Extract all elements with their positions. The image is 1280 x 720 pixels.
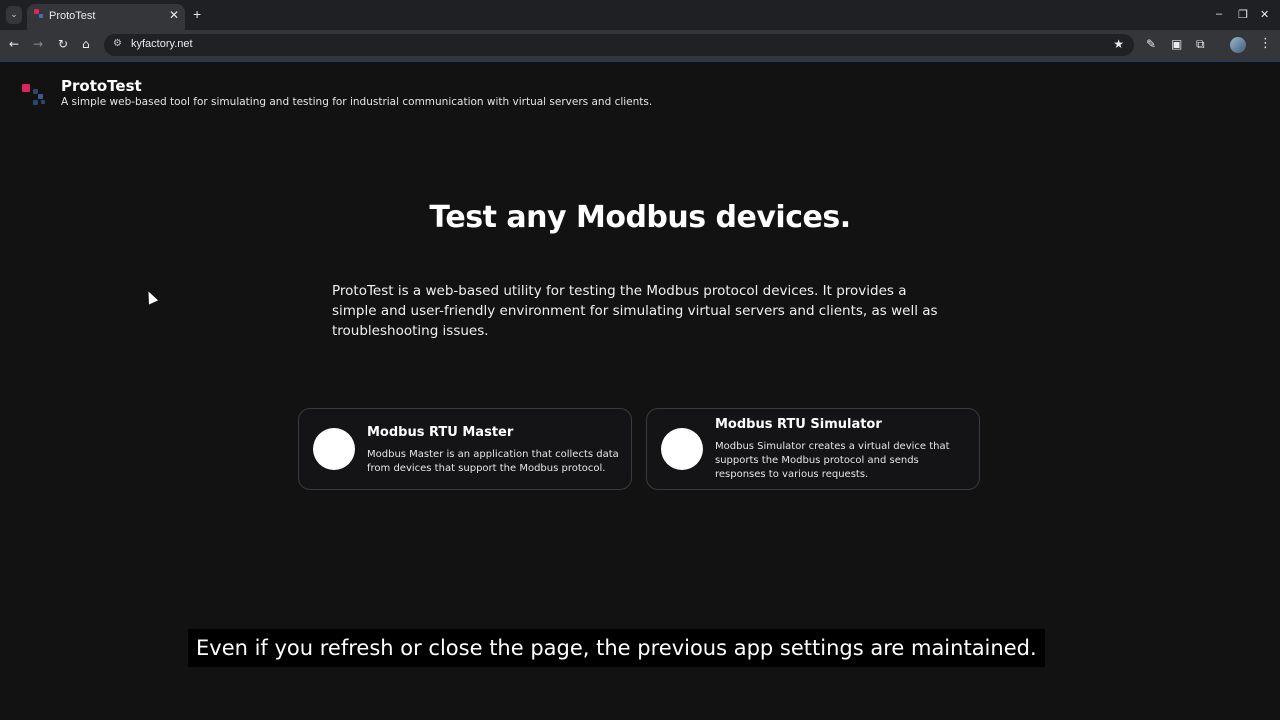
restore-button[interactable]: ❐ <box>1238 8 1248 21</box>
site-info-icon[interactable]: ⚙ <box>113 38 122 49</box>
card-modbus-rtu-master[interactable]: Modbus RTU Master Modbus Master is an ap… <box>298 408 632 490</box>
card-title: Modbus RTU Simulator <box>715 417 882 432</box>
card-circle-icon <box>661 428 703 470</box>
pen-icon[interactable]: ✎ <box>1146 37 1156 51</box>
bookmark-star-icon[interactable]: ★ <box>1113 37 1124 51</box>
card-title: Modbus RTU Master <box>367 425 514 440</box>
new-tab-button[interactable]: + <box>193 7 201 21</box>
reload-icon[interactable]: ↻ <box>58 37 68 51</box>
card-modbus-rtu-simulator[interactable]: Modbus RTU Simulator Modbus Simulator cr… <box>646 408 980 490</box>
address-bar[interactable]: ⚙ kyfactory.net ★ <box>104 34 1134 56</box>
hero-description: ProtoTest is a web-based utility for tes… <box>332 283 938 339</box>
extensions-puzzle-icon[interactable]: ⧉ <box>1196 37 1205 52</box>
home-icon[interactable]: ⌂ <box>82 37 90 51</box>
profile-avatar[interactable] <box>1230 37 1246 53</box>
forward-arrow-icon[interactable]: → <box>33 37 43 51</box>
card-text: Modbus Master is an application that col… <box>367 449 619 474</box>
mouse-cursor-icon <box>143 289 159 305</box>
toolbar-divider <box>0 60 1280 62</box>
app-title: ProtoTest <box>61 77 142 95</box>
hero-title: Test any Modbus devices. <box>429 200 851 235</box>
tab-title: ProtoTest <box>49 10 96 22</box>
url-text[interactable]: kyfactory.net <box>131 38 193 50</box>
tab-search-button[interactable]: ⌄ <box>6 6 22 24</box>
favicon-icon <box>34 9 43 18</box>
card-text: Modbus Simulator creates a virtual devic… <box>715 441 950 480</box>
video-caption: Even if you refresh or close the page, t… <box>188 629 1045 667</box>
briefcase-icon[interactable]: ▣ <box>1171 37 1182 51</box>
tab-close-icon[interactable]: ✕ <box>169 8 179 22</box>
menu-kebab-icon[interactable]: ⋮ <box>1259 36 1272 51</box>
close-window-button[interactable]: ✕ <box>1260 8 1269 21</box>
app-subtitle: A simple web-based tool for simulating a… <box>61 96 653 108</box>
minimize-button[interactable]: – <box>1216 8 1222 20</box>
browser-tab-prototest[interactable]: ProtoTest ✕ <box>27 4 185 30</box>
card-circle-icon <box>313 428 355 470</box>
browser-tabstrip: ⌄ ProtoTest ✕ + – ❐ ✕ <box>0 0 1280 30</box>
back-arrow-icon[interactable]: ← <box>9 37 19 51</box>
prototest-logo-icon <box>20 82 48 110</box>
